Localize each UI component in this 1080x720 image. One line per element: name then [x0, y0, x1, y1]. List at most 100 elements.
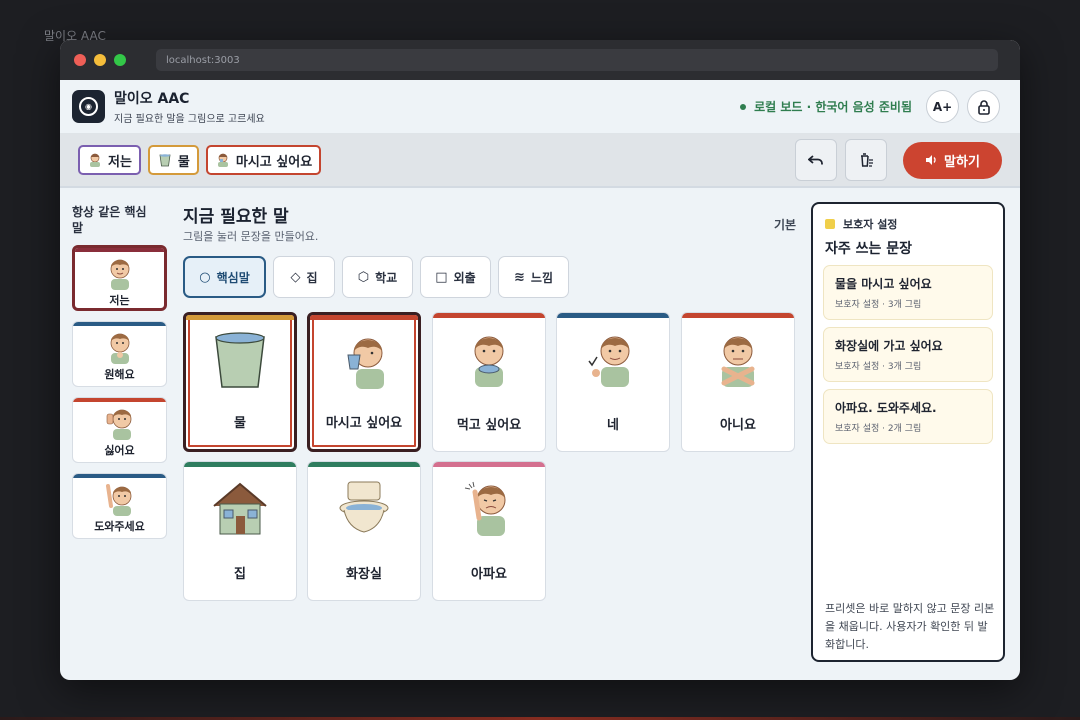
core-card[interactable]: 원해요 — [72, 321, 167, 387]
app-logo: ◉ — [72, 90, 105, 123]
card-label: 먹고 싶어요 — [456, 418, 522, 433]
yes-icon — [588, 336, 630, 387]
sentence-chip[interactable]: 물 — [147, 145, 199, 175]
card-color-bar — [433, 313, 545, 318]
lock-icon — [977, 99, 990, 115]
word-card-no[interactable]: 아니요 — [681, 312, 795, 452]
eating-icon — [474, 336, 504, 387]
maximize-window-button[interactable] — [114, 54, 126, 66]
drinking-icon — [347, 338, 384, 389]
browser-chrome: localhost:3003 — [60, 40, 1020, 80]
word-card-sick[interactable]: 아파요 — [432, 461, 546, 601]
tab-label: 집 — [306, 270, 318, 285]
core-card[interactable]: 저는 — [72, 245, 167, 311]
speaker-icon — [926, 155, 936, 165]
core-card-label: 도와주세요 — [94, 520, 145, 533]
card-color-bar — [308, 462, 420, 467]
core-card-label: 싫어요 — [104, 444, 135, 457]
address-bar[interactable]: localhost:3003 — [156, 49, 998, 71]
preset-item[interactable]: 화장실에 가고 싶어요 보호자 설정 · 3개 그림 — [823, 327, 993, 382]
card-color-bar — [682, 313, 794, 318]
word-card-drink[interactable]: 마시고 싶어요 — [307, 312, 421, 452]
word-card-toilet[interactable]: 화장실 — [307, 461, 421, 601]
sentence-ribbon: 저는 물 마시고 싶어요 말하기 — [60, 134, 1020, 188]
circle-icon: ○ — [199, 269, 211, 285]
drinking-icon — [217, 153, 228, 167]
core-card-bar — [73, 398, 166, 402]
word-card-eat[interactable]: 먹고 싶어요 — [432, 312, 546, 452]
preset-title: 화장실에 가고 싶어요 — [835, 339, 943, 353]
preset-item[interactable]: 물을 마시고 싶어요 보호자 설정 · 3개 그림 — [823, 265, 993, 320]
close-window-button[interactable] — [74, 54, 86, 66]
tab-label: 외출 — [453, 270, 476, 285]
square-icon: □ — [435, 269, 448, 285]
card-label: 마시고 싶어요 — [325, 416, 403, 431]
status-dot-icon — [740, 103, 747, 110]
core-card-bar — [75, 248, 164, 252]
word-card-yes[interactable]: 네 — [556, 312, 670, 452]
no-icon — [721, 336, 755, 387]
speak-button[interactable]: 말하기 — [903, 141, 1002, 179]
cup-icon — [215, 332, 265, 388]
app-header: ◉ 말이오 AAC 지금 필요한 말을 그림으로 고르세요 로컬 보드 · 한국… — [60, 80, 1020, 134]
word-card-home[interactable]: 집 — [183, 461, 297, 601]
tab-school[interactable]: ⬡ 학교 — [342, 256, 413, 298]
sentence-chip-label: 마시고 싶어요 — [235, 154, 313, 170]
guardian-tag: 보호자 설정 — [825, 216, 897, 232]
preset-item[interactable]: 아파요. 도와주세요. 보호자 설정 · 2개 그림 — [823, 389, 993, 444]
lock-button[interactable] — [967, 90, 1000, 123]
diamond-icon: ◇ — [290, 269, 301, 285]
core-card[interactable]: 도와주세요 — [72, 473, 167, 539]
preset-title: 아파요. 도와주세요. — [835, 401, 937, 415]
sentence-chip[interactable]: 저는 — [78, 145, 141, 175]
cup-icon — [159, 154, 171, 167]
tab-core[interactable]: ○ 핵심말 — [183, 256, 266, 298]
clear-sentence-button[interactable] — [845, 139, 887, 181]
preset-meta: 보호자 설정 · 3개 그림 — [835, 300, 922, 310]
tab-home[interactable]: ◇ 집 — [273, 256, 335, 298]
font-size-button[interactable]: A+ — [926, 90, 959, 123]
core-card-label: 저는 — [109, 294, 130, 307]
mode-label[interactable]: 기본 — [774, 216, 796, 233]
core-card-bar — [73, 322, 166, 326]
board-subtitle: 그림을 눌러 문장을 만들어요. — [183, 230, 319, 243]
help-icon — [105, 484, 131, 516]
tab-label: 학교 — [375, 270, 398, 285]
preset-title: 물을 마시고 싶어요 — [835, 277, 932, 291]
refuse-icon — [106, 409, 131, 440]
me-pointing-icon — [110, 259, 129, 290]
tab-label: 느낌 — [530, 270, 553, 285]
hexagon-icon: ⬡ — [357, 269, 370, 285]
tab-outing[interactable]: □ 외출 — [420, 256, 491, 298]
minimize-window-button[interactable] — [94, 54, 106, 66]
guardian-note: 프리셋은 바로 말하지 않고 문장 리본을 채웁니다. 사용자가 확인한 뒤 발… — [825, 602, 995, 651]
want-icon — [110, 333, 129, 364]
card-label: 아파요 — [471, 567, 507, 582]
browser-window: localhost:3003 ◉ 말이오 AAC 지금 필요한 말을 그림으로 … — [60, 40, 1020, 680]
card-label: 아니요 — [720, 418, 756, 433]
speech-logo-icon: ◉ — [79, 97, 98, 116]
sentence-chip-label: 저는 — [108, 154, 132, 170]
preset-meta: 보호자 설정 · 3개 그림 — [835, 362, 922, 372]
guardian-tag-icon — [825, 219, 835, 229]
core-card[interactable]: 싫어요 — [72, 397, 167, 463]
card-color-bar — [433, 462, 545, 467]
undo-button[interactable] — [795, 139, 837, 181]
board-area: 항상 같은 핵심말 저는 원해요 싫어요 도와주세요 지금 필요한 말 그림을 … — [60, 188, 1020, 680]
tab-label: 핵심말 — [216, 270, 250, 285]
toilet-icon — [339, 481, 389, 533]
core-words-title: 항상 같은 핵심말 — [72, 205, 147, 235]
sick-icon — [464, 481, 506, 536]
sentence-chip-label: 물 — [177, 154, 190, 170]
word-card-water[interactable]: 물 — [183, 312, 297, 452]
card-label: 물 — [234, 416, 246, 431]
person-icon — [90, 153, 100, 167]
preset-meta: 보호자 설정 · 2개 그림 — [835, 424, 922, 434]
sentence-chip[interactable]: 마시고 싶어요 — [205, 145, 322, 175]
card-color-bar — [557, 313, 669, 318]
tab-feelings[interactable]: ≋ 느낌 — [498, 256, 569, 298]
core-card-label: 원해요 — [104, 368, 135, 381]
board-title: 지금 필요한 말 — [183, 207, 289, 227]
status-indicator: 로컬 보드 · 한국어 음성 준비됨 — [740, 98, 912, 115]
category-tabs: ○ 핵심말 ◇ 집 ⬡ 학교 □ 외출 ≋ 느낌 — [183, 256, 576, 298]
